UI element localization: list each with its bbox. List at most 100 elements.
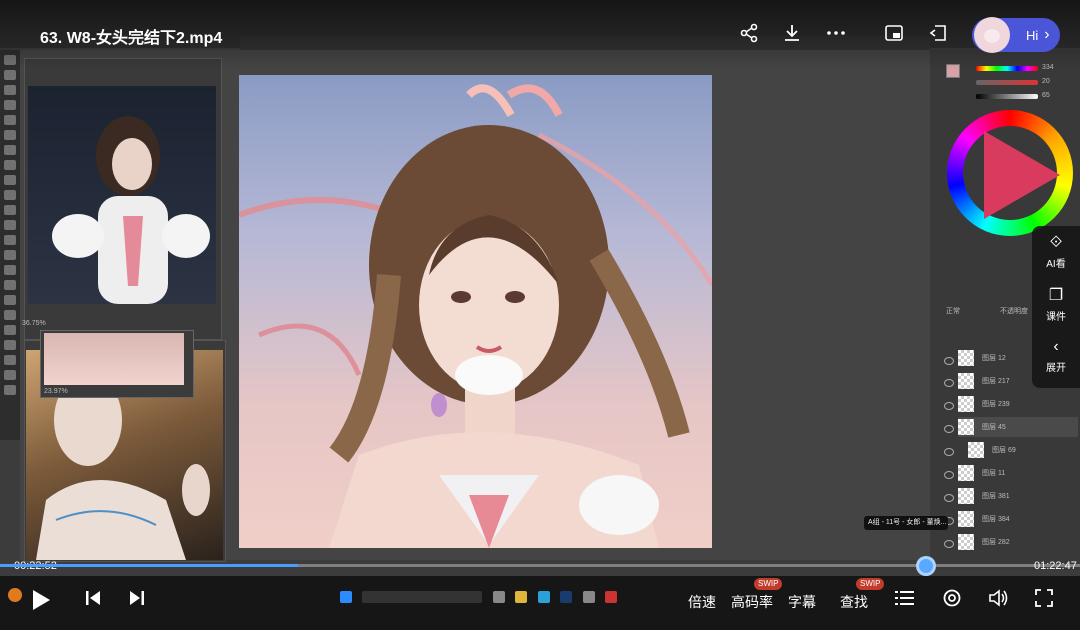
side-menu: ⟐ AI看 ❐ 课件 ‹ 展开	[1032, 226, 1080, 388]
layer-row-selected[interactable]: 图层 45	[958, 417, 1078, 437]
layer-name: 图层 384	[982, 516, 1010, 523]
brush-tool-icon[interactable]	[4, 175, 16, 185]
layer-row[interactable]: 图层 239	[958, 394, 1078, 414]
shape-tool-icon[interactable]	[4, 325, 16, 335]
gradient-tool-icon[interactable]	[4, 235, 16, 245]
blur-tool-icon[interactable]	[4, 250, 16, 260]
main-painting-canvas[interactable]	[239, 75, 712, 548]
reference-zoom-label: 36.75%	[22, 320, 46, 327]
layer-name: 图层 217	[982, 378, 1010, 385]
zoom-tool-icon[interactable]	[4, 355, 16, 365]
screen-cast-icon[interactable]	[926, 20, 952, 46]
brush-tool-icon[interactable]	[4, 100, 16, 110]
crop-tool-icon[interactable]	[4, 115, 16, 125]
ai-look-icon: ⟐	[1049, 234, 1063, 251]
cast-icon-shape	[929, 25, 946, 41]
layer-visibility-icon[interactable]	[944, 379, 954, 387]
taskbar-app-icon	[492, 591, 505, 603]
fullscreen-icon[interactable]	[1034, 588, 1054, 612]
character-painting	[239, 84, 712, 548]
playlist-icon[interactable]	[894, 588, 916, 612]
picture-in-picture-icon[interactable]	[881, 20, 907, 46]
color-triangle[interactable]	[984, 131, 1060, 219]
eraser-tool-icon[interactable]	[4, 220, 16, 230]
windows-start-icon	[340, 591, 352, 603]
side-item-ai-look[interactable]: ⟐ AI看	[1032, 226, 1080, 278]
pip-icon-shape	[885, 25, 903, 41]
ai-assistant-button[interactable]: Hi ›	[972, 17, 1060, 53]
marquee-tool-icon[interactable]	[4, 70, 16, 80]
brightness-slider[interactable]	[976, 94, 1038, 99]
layer-thumbnail	[958, 465, 974, 481]
pen-tool-icon[interactable]	[4, 280, 16, 290]
layer-visibility-icon[interactable]	[944, 448, 954, 456]
layer-visibility-icon[interactable]	[944, 425, 954, 433]
volume-shape	[989, 589, 1008, 607]
layer-thumbnail	[958, 396, 974, 412]
lasso-tool-icon[interactable]	[4, 85, 16, 95]
navigator-zoom-label: 23.97%	[44, 388, 68, 395]
dodge-tool-icon[interactable]	[4, 265, 16, 275]
reference-figure-1	[52, 116, 210, 304]
side-item-label: 展开	[1046, 363, 1066, 374]
share-icon-shape	[740, 23, 758, 43]
progress-thumb[interactable]	[916, 556, 936, 576]
side-item-expand[interactable]: ‹ 展开	[1032, 330, 1080, 382]
opacity-label: 不透明度	[1000, 308, 1028, 315]
saturation-value: 20	[1042, 78, 1050, 85]
layer-visibility-icon[interactable]	[944, 357, 954, 365]
layer-thumbnail	[968, 442, 984, 458]
progress-fill	[0, 564, 299, 567]
next-button[interactable]	[128, 588, 146, 612]
layer-visibility-icon[interactable]	[944, 471, 954, 479]
download-icon-shape	[785, 25, 799, 41]
taskbar-app-icon	[582, 591, 595, 603]
search-button[interactable]: 查找	[840, 592, 868, 612]
layer-thumbnail	[958, 350, 974, 366]
history-brush-icon[interactable]	[4, 205, 16, 215]
playlist-shape	[895, 591, 914, 605]
layer-name: 图层 69	[992, 447, 1016, 454]
layer-row[interactable]: 图层 384	[958, 509, 1078, 529]
frame-tool-icon[interactable]	[4, 130, 16, 140]
layer-row[interactable]: 图层 11	[958, 463, 1078, 483]
more-options-icon[interactable]	[823, 20, 849, 46]
share-icon[interactable]	[736, 20, 762, 46]
layer-row[interactable]: 图层 282	[958, 532, 1078, 552]
settings-icon[interactable]	[942, 588, 962, 612]
color-swatch-icon[interactable]	[4, 385, 16, 395]
layer-name: 图层 282	[982, 539, 1010, 546]
layer-tooltip: A组 - 11号 - 女郎 - 董焕...	[864, 516, 948, 530]
download-icon[interactable]	[779, 20, 805, 46]
volume-icon[interactable]	[988, 588, 1010, 612]
swip-badge: SWIP	[754, 578, 783, 590]
layer-thumbnail	[958, 419, 974, 435]
subtitle-button[interactable]: 字幕	[788, 592, 816, 612]
path-select-icon[interactable]	[4, 310, 16, 320]
more-tools-icon[interactable]	[4, 370, 16, 380]
layer-row[interactable]: 图层 381	[958, 486, 1078, 506]
taskbar-search-box	[362, 591, 483, 603]
layer-visibility-icon[interactable]	[944, 540, 954, 548]
hi-label: Hi	[1026, 27, 1039, 43]
layer-thumbnail	[958, 534, 974, 550]
previous-button[interactable]	[84, 588, 102, 612]
blend-mode-select[interactable]: 正常	[946, 306, 960, 316]
chevron-right-icon: ›	[1044, 26, 1050, 43]
layer-row[interactable]: 图层 69	[958, 440, 1080, 460]
saturation-slider[interactable]	[976, 80, 1038, 85]
eyedropper-tool-icon[interactable]	[4, 145, 16, 155]
hand-tool-icon[interactable]	[4, 340, 16, 350]
play-icon	[33, 590, 50, 610]
play-button[interactable]	[30, 588, 52, 616]
layer-visibility-icon[interactable]	[944, 494, 954, 502]
type-tool-icon[interactable]	[4, 295, 16, 305]
windows-taskbar	[340, 586, 700, 608]
healing-tool-icon[interactable]	[4, 160, 16, 170]
side-item-label: AI看	[1046, 259, 1066, 270]
stamp-tool-icon[interactable]	[4, 190, 16, 200]
speed-button[interactable]: 倍速	[688, 592, 716, 612]
layer-visibility-icon[interactable]	[944, 402, 954, 410]
side-item-courseware[interactable]: ❐ 课件	[1032, 278, 1080, 330]
bitrate-button[interactable]: 高码率	[731, 592, 773, 612]
